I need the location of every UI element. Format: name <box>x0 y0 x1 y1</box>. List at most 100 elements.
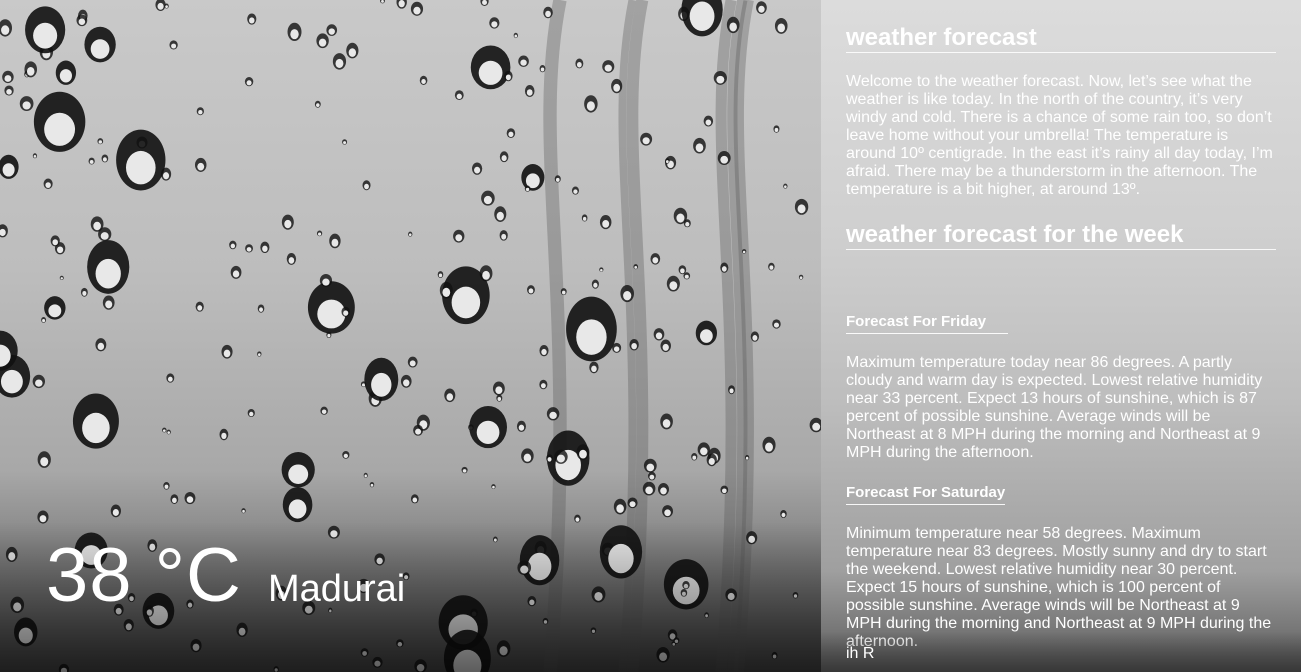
rain-drop <box>683 272 691 280</box>
rain-drop <box>408 231 413 237</box>
rain-drop <box>281 214 294 230</box>
rain-drop <box>0 154 19 179</box>
rain-drop <box>37 451 51 468</box>
rain-drop <box>260 241 270 254</box>
rain-drop <box>575 58 584 69</box>
forecast-title: weather forecast <box>846 24 1276 53</box>
rain-drop <box>584 95 598 113</box>
rain-drop <box>599 267 604 272</box>
day-forecast-text: Maximum temperature today near 86 degree… <box>846 354 1263 461</box>
rain-drop <box>693 137 706 154</box>
rain-drop <box>650 253 661 265</box>
rain-drop <box>726 16 740 34</box>
rain-drop <box>346 42 359 59</box>
day-forecast-text: Minimum temperature near 58 degrees. Max… <box>846 525 1272 650</box>
rain-drop <box>24 61 38 78</box>
forecast-panel[interactable]: weather forecast Welcome to the weather … <box>821 0 1301 672</box>
rain-drop <box>772 319 781 329</box>
rain-drop <box>32 153 38 159</box>
rain-drop <box>19 96 34 112</box>
rain-drop <box>647 471 656 481</box>
cut-off-text: ih R <box>846 645 875 662</box>
rain-drop <box>2 70 14 84</box>
rain-drop <box>599 215 612 230</box>
rain-drop <box>410 494 419 504</box>
rain-drop <box>410 1 424 16</box>
rain-drop <box>316 33 329 49</box>
rain-drop <box>419 75 428 85</box>
rain-drop <box>59 275 64 280</box>
rain-drop <box>444 388 456 403</box>
day-forecast-title: Forecast For Friday <box>846 313 1009 334</box>
rain-drop <box>576 444 590 461</box>
rain-drop <box>516 420 526 432</box>
rain-drop <box>219 428 229 441</box>
rain-drop <box>229 240 237 250</box>
rain-drop <box>196 107 204 116</box>
rain-drop <box>469 405 507 449</box>
rain-drop <box>629 339 639 351</box>
rain-drop <box>496 394 503 402</box>
rain-drop <box>524 185 531 192</box>
current-temperature: 38 °C <box>46 533 242 618</box>
rain-drop <box>230 265 242 279</box>
rain-drop <box>247 13 257 25</box>
rain-drop <box>439 281 453 299</box>
rain-drop <box>25 6 66 54</box>
rain-drop <box>481 190 495 206</box>
rain-drop <box>0 224 8 238</box>
rain-drop <box>241 508 246 514</box>
rain-drop <box>380 0 385 4</box>
rain-drop <box>287 22 302 41</box>
rain-drop <box>620 285 635 303</box>
rain-drop <box>110 504 121 518</box>
rain-drop <box>695 320 718 346</box>
rain-drop <box>513 32 518 39</box>
rain-drop <box>332 53 347 70</box>
rain-drop <box>524 85 535 97</box>
rain-drop <box>326 24 338 36</box>
rain-drop <box>244 77 254 87</box>
rain-drop <box>155 0 166 11</box>
day-forecast-title: Forecast For Saturday <box>846 484 1006 505</box>
rain-drop <box>363 472 368 478</box>
rain-drop <box>627 497 638 509</box>
rain-drop <box>98 227 112 242</box>
rain-drop <box>720 485 729 494</box>
rain-drop <box>589 361 599 374</box>
rain-drop <box>4 85 14 96</box>
rain-drop <box>602 60 615 73</box>
rain-drop <box>794 198 809 215</box>
rain-drop <box>499 230 508 241</box>
rain-drop <box>400 374 412 388</box>
current-city: Madurai <box>267 568 406 610</box>
rain-drop <box>543 6 553 19</box>
rain-drop <box>326 331 332 339</box>
rain-drop <box>164 3 169 9</box>
rain-drop <box>314 100 321 108</box>
rain-drop <box>407 356 418 368</box>
rain-drop <box>581 214 588 222</box>
rain-drop <box>546 407 560 421</box>
rain-drop <box>783 183 788 189</box>
rain-drop <box>194 157 207 172</box>
rain-drop <box>706 453 717 467</box>
rain-drop <box>84 26 116 63</box>
rain-drop <box>611 78 623 94</box>
rain-drop <box>329 233 341 249</box>
rain-drop <box>720 262 729 273</box>
rain-drop <box>566 296 617 362</box>
rain-drop <box>640 132 653 146</box>
rain-drop <box>554 449 568 464</box>
rain-drop <box>195 301 204 312</box>
rain-drop <box>546 454 553 463</box>
rain-drop <box>162 427 167 433</box>
day-forecast-saturday: Forecast For Saturday Minimum temperatur… <box>846 462 1276 651</box>
rain-drop <box>660 339 671 353</box>
rain-drop <box>221 344 233 359</box>
rain-drop <box>320 406 328 415</box>
rain-drop <box>571 186 579 195</box>
rain-drop <box>489 17 500 29</box>
rain-drop <box>319 273 333 287</box>
forecast-content: weather forecast Welcome to the weather … <box>846 24 1276 651</box>
